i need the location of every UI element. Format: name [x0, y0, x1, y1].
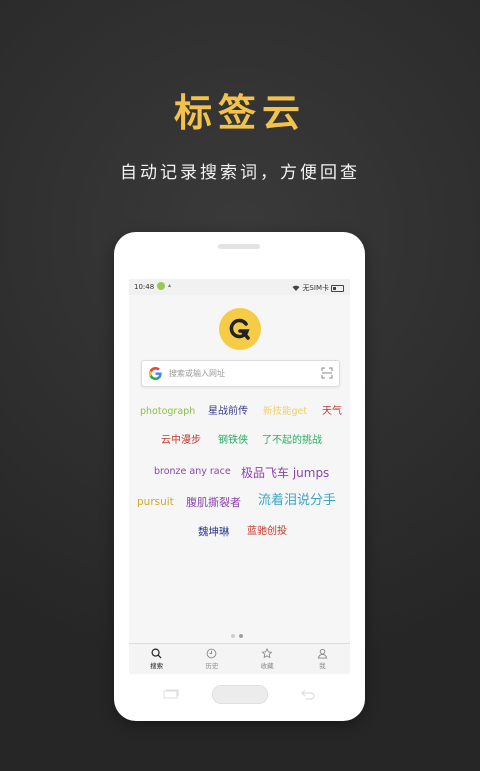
- tab-history[interactable]: 历史: [184, 644, 239, 674]
- phone-frame: 10:48 ▴ 无SIM卡 搜索或输入网址 photograph 星战前传 新技…: [114, 232, 365, 721]
- tab-label: 搜索: [150, 662, 164, 670]
- tab-me[interactable]: 我: [295, 644, 350, 674]
- battery-icon: [331, 284, 344, 292]
- tag-item[interactable]: 魏坤琳: [198, 527, 230, 538]
- bottom-tab-bar: 搜索 历史 收藏 我: [129, 643, 350, 674]
- status-right: 无SIM卡: [292, 283, 344, 293]
- home-key[interactable]: [212, 685, 268, 704]
- search-input[interactable]: 搜索或输入网址: [169, 368, 225, 379]
- back-key-icon[interactable]: [300, 688, 316, 700]
- menu-key-icon[interactable]: [163, 689, 179, 699]
- tag-item[interactable]: pursuit: [137, 497, 174, 508]
- promo-title: 标签云: [173, 91, 306, 135]
- star-icon: [261, 648, 273, 659]
- carrier-label: 无SIM卡: [302, 284, 329, 292]
- app-logo-icon: [219, 308, 261, 350]
- tag-item[interactable]: bronze any race: [154, 467, 231, 477]
- promo-subtitle: 自动记录搜索词，方便回查: [120, 163, 360, 183]
- tab-search[interactable]: 搜索: [129, 644, 184, 674]
- page-dot-active: [239, 634, 243, 638]
- app-screen: 10:48 ▴ 无SIM卡 搜索或输入网址 photograph 星战前传 新技…: [129, 279, 350, 674]
- tab-label: 收藏: [260, 662, 274, 670]
- phone-speaker: [218, 244, 260, 249]
- tag-item[interactable]: 蓝驰创投: [247, 527, 287, 537]
- tag-item[interactable]: 天气: [322, 407, 342, 417]
- search-icon: [151, 648, 162, 659]
- person-icon: [317, 648, 328, 659]
- tag-item[interactable]: photograph: [140, 407, 195, 417]
- tag-item[interactable]: 星战前传: [208, 407, 248, 417]
- tab-label: 我: [319, 662, 326, 670]
- status-bar: 10:48 ▴ 无SIM卡: [129, 279, 350, 295]
- page-dot: [231, 634, 235, 638]
- tag-item[interactable]: 流着泪说分手: [258, 494, 336, 507]
- google-g-icon: [148, 366, 162, 381]
- status-time: 10:48: [134, 283, 155, 291]
- tab-label: 历史: [205, 662, 219, 670]
- clock-icon: [207, 648, 217, 659]
- tab-favorites[interactable]: 收藏: [240, 644, 295, 674]
- tag-item[interactable]: 了不起的挑战: [262, 436, 322, 446]
- tag-item[interactable]: 钢铁侠: [218, 436, 248, 446]
- page-indicator: [231, 634, 243, 638]
- hardware-keys: [114, 682, 365, 708]
- tag-item[interactable]: 云中漫步: [161, 436, 201, 446]
- search-bar[interactable]: 搜索或输入网址: [141, 360, 340, 387]
- wifi-icon: [292, 285, 300, 291]
- tag-item[interactable]: 新技能get: [263, 407, 307, 417]
- tag-item[interactable]: 腹肌撕裂者: [186, 497, 241, 508]
- app-notification-icon: [157, 282, 165, 290]
- tag-item[interactable]: 极品飞车 jumps: [241, 467, 329, 479]
- signal-icon: ▴: [168, 282, 172, 289]
- scan-icon[interactable]: [321, 367, 333, 379]
